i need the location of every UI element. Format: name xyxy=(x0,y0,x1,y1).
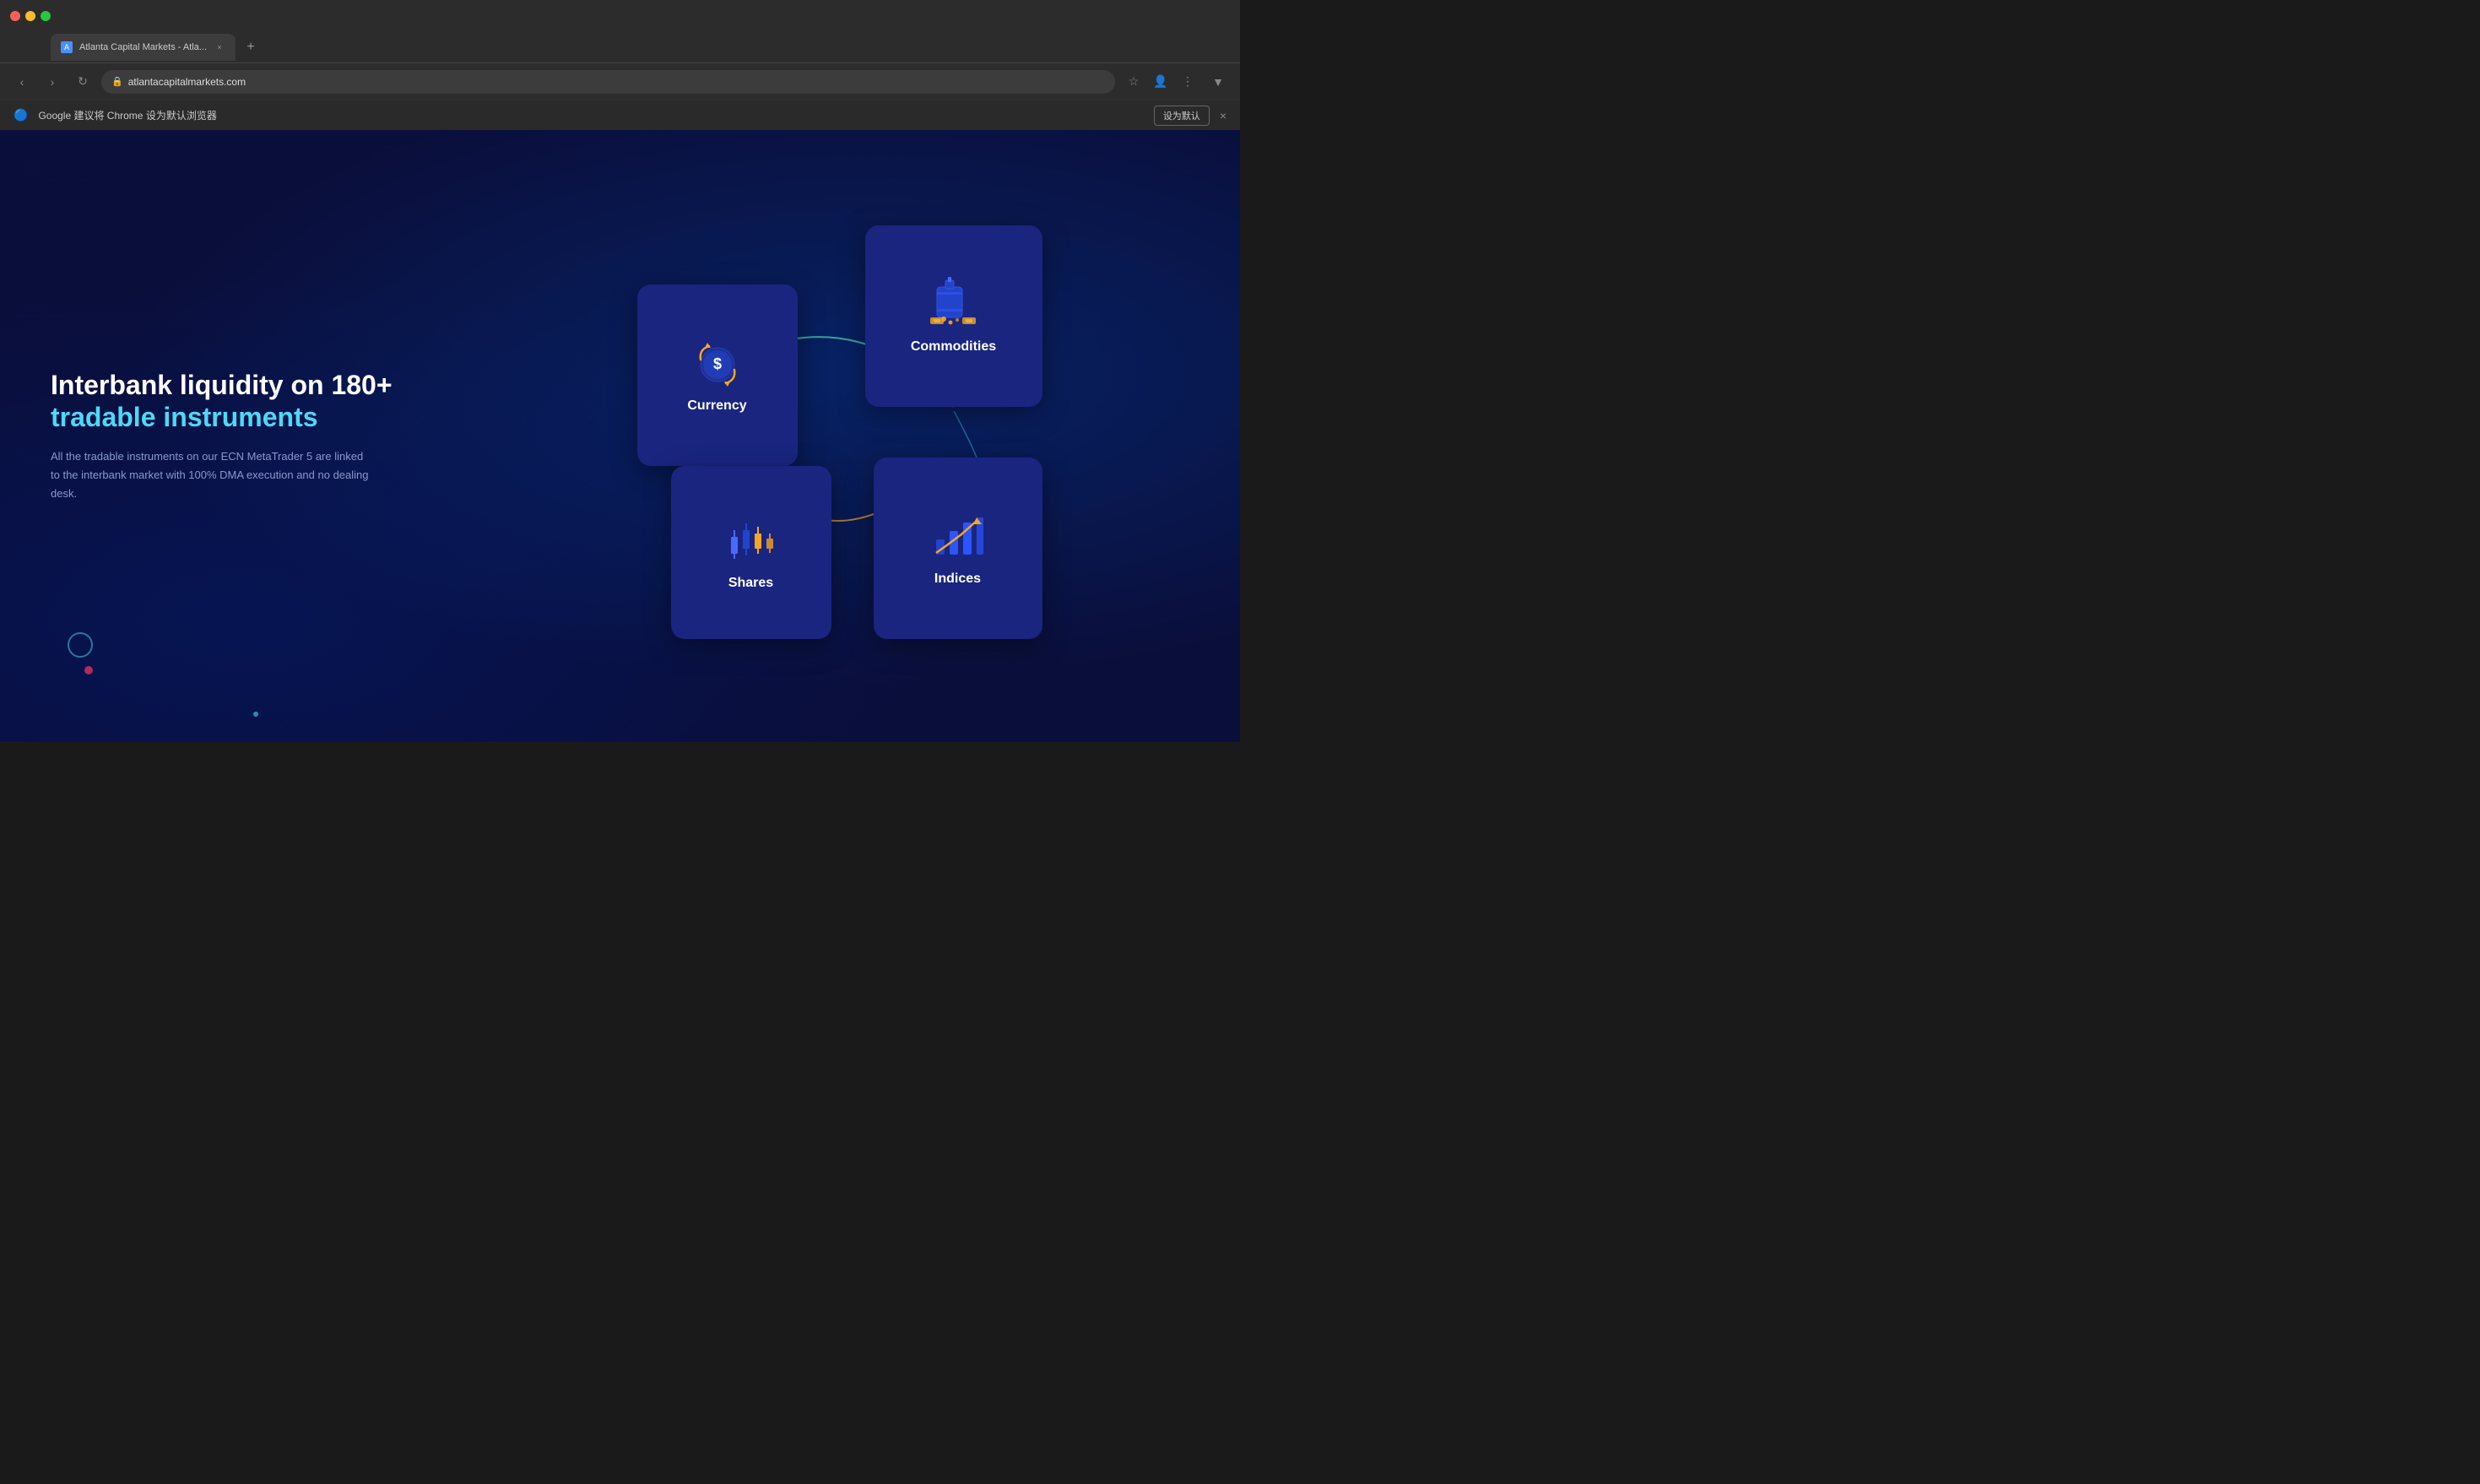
new-tab-button[interactable]: + xyxy=(239,35,263,59)
headline-line1: Interbank liquidity on 180+ xyxy=(51,370,393,400)
menu-button[interactable]: ⋮ xyxy=(1176,70,1199,94)
info-bar-close-button[interactable]: × xyxy=(1220,109,1226,122)
shares-label: Shares xyxy=(728,576,773,591)
commodities-icon xyxy=(929,277,979,328)
commodities-card[interactable]: Commodities xyxy=(865,225,1042,407)
minimize-window-button[interactable] xyxy=(25,11,35,21)
tab-close-button[interactable]: × xyxy=(214,41,225,53)
dropdown-button[interactable]: ▼ xyxy=(1206,70,1230,94)
tab-bar: A Atlanta Capital Markets - Atla... × + xyxy=(0,32,1240,62)
address-text: atlantacapitalmarkets.com xyxy=(128,76,246,88)
main-content: Interbank liquidity on 180+ tradable ins… xyxy=(0,130,1240,742)
cards-container: $ Currency xyxy=(604,225,1042,647)
shares-card[interactable]: Shares xyxy=(671,466,831,639)
address-bar[interactable]: 🔒 atlantacapitalmarkets.com xyxy=(101,70,1115,94)
info-bar-message: Google 建议将 Chrome 设为默认浏览器 xyxy=(38,108,1143,122)
headline: Interbank liquidity on 180+ tradable ins… xyxy=(51,369,473,434)
title-bar xyxy=(0,0,1240,32)
indices-icon xyxy=(933,509,983,560)
maximize-window-button[interactable] xyxy=(41,11,51,21)
close-window-button[interactable] xyxy=(10,11,20,21)
shares-icon xyxy=(726,513,777,564)
set-default-button[interactable]: 设为默认 xyxy=(1154,106,1210,126)
info-bar: 🔵 Google 建议将 Chrome 设为默认浏览器 设为默认 × xyxy=(0,100,1240,130)
website-content: WINTE... WINTE... WINTE... WINTE... WINT… xyxy=(0,130,1240,742)
browser-chrome: A Atlanta Capital Markets - Atla... × + … xyxy=(0,0,1240,130)
description-text: All the tradable instruments on our ECN … xyxy=(51,447,371,503)
left-section: Interbank liquidity on 180+ tradable ins… xyxy=(51,369,473,503)
bookmark-button[interactable]: ☆ xyxy=(1122,70,1145,94)
tab-title: Atlanta Capital Markets - Atla... xyxy=(79,42,207,52)
indices-label: Indices xyxy=(934,571,981,587)
profile-button[interactable]: 👤 xyxy=(1149,70,1172,94)
active-tab[interactable]: A Atlanta Capital Markets - Atla... × xyxy=(51,34,236,61)
right-section: $ Currency xyxy=(473,225,1189,647)
currency-label: Currency xyxy=(687,398,746,414)
indices-card[interactable]: Indices xyxy=(874,458,1042,639)
commodities-label: Commodities xyxy=(911,339,996,355)
forward-button[interactable]: › xyxy=(41,70,64,94)
headline-highlight: tradable instruments xyxy=(51,402,318,432)
nav-bar: ‹ › ↻ 🔒 atlantacapitalmarkets.com ☆ 👤 ⋮ … xyxy=(0,62,1240,100)
traffic-lights xyxy=(10,11,51,21)
currency-card[interactable]: $ Currency xyxy=(637,284,798,466)
refresh-button[interactable]: ↻ xyxy=(71,70,95,94)
svg-text:$: $ xyxy=(712,355,721,372)
currency-icon: $ xyxy=(692,336,743,387)
tab-favicon-icon: A xyxy=(61,41,73,53)
nav-icons: ☆ 👤 ⋮ xyxy=(1122,70,1199,94)
back-button[interactable]: ‹ xyxy=(10,70,34,94)
